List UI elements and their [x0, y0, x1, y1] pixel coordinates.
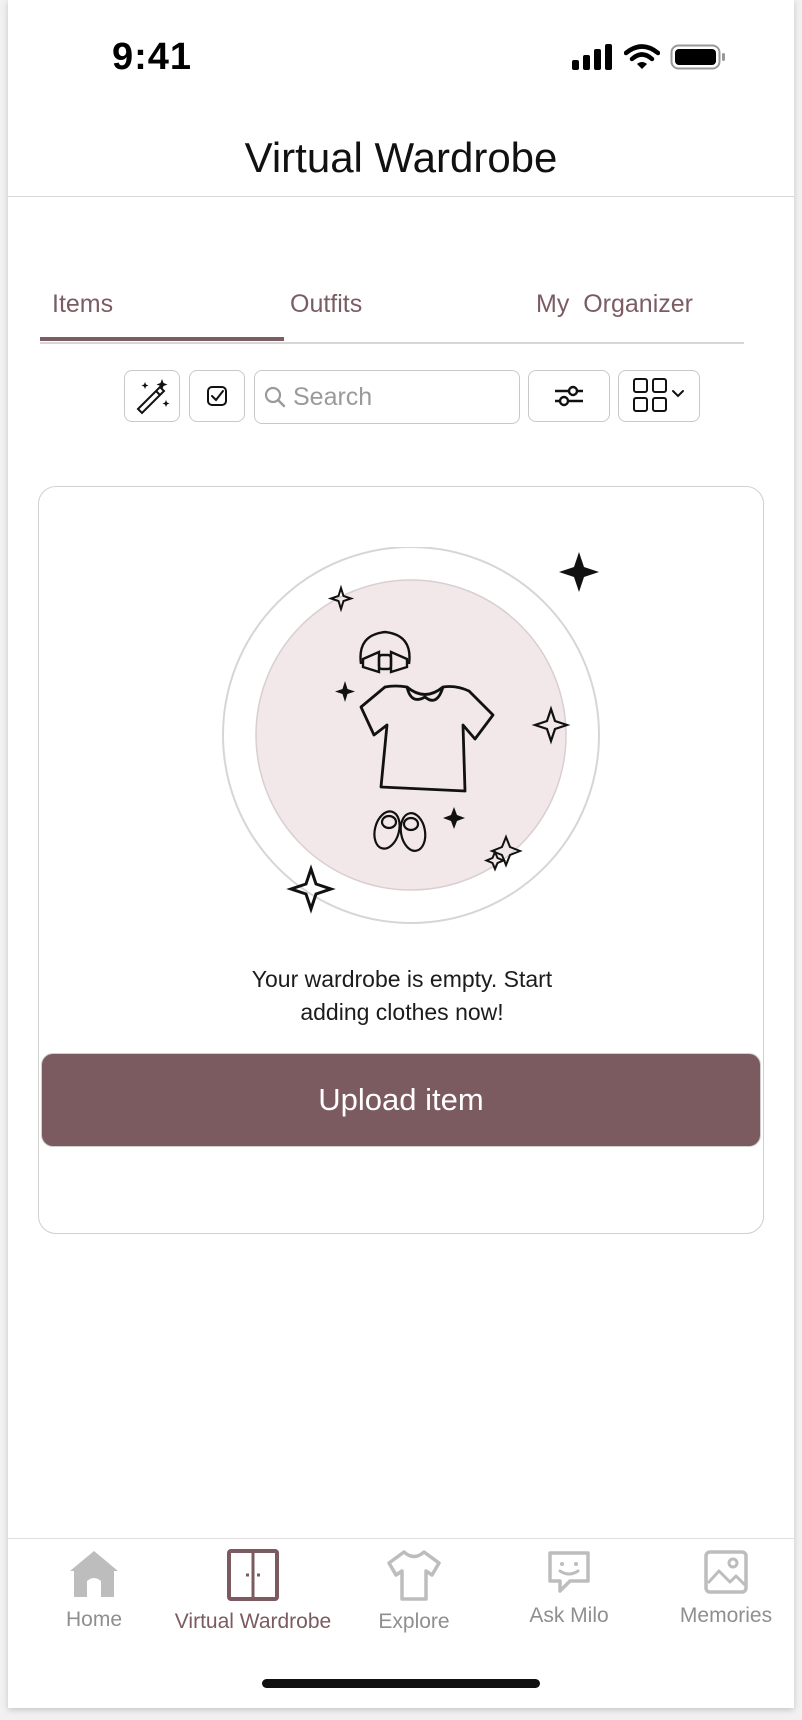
sliders-icon [555, 385, 583, 407]
view-toggle-button[interactable] [618, 370, 700, 422]
empty-state-card: Your wardrobe is empty. Start adding clo… [38, 486, 764, 1234]
nav-label-virtual-wardrobe: Virtual Wardrobe [174, 1610, 332, 1633]
select-button[interactable] [189, 370, 245, 422]
active-tab-indicator [40, 337, 284, 341]
tab-items[interactable]: Items [52, 290, 113, 319]
grid-view-icon [633, 378, 684, 412]
tab-outfits[interactable]: Outfits [290, 290, 362, 319]
nav-label-explore: Explore [378, 1610, 450, 1633]
app-header: Virtual Wardrobe [8, 120, 794, 197]
home-icon [70, 1551, 118, 1597]
battery-icon [670, 44, 725, 70]
nav-item-memories[interactable]: Memories [646, 1549, 794, 1628]
home-indicator [262, 1679, 540, 1688]
chat-bot-icon [548, 1551, 590, 1593]
filter-button[interactable] [528, 370, 610, 422]
empty-state-message: Your wardrobe is empty. Start adding clo… [39, 963, 765, 1029]
search-placeholder: Search [293, 382, 373, 411]
phone-screen: 9:41 Virtual Wardrobe Items Outfits My O… [8, 0, 794, 1708]
status-time: 9:41 [112, 36, 193, 78]
nav-item-explore[interactable]: Explore [334, 1549, 494, 1634]
tshirt-icon [387, 1550, 441, 1601]
magic-wand-icon [136, 379, 170, 415]
toolbar: Search [8, 370, 794, 424]
magic-wand-button[interactable] [124, 370, 180, 422]
image-icon [704, 1550, 748, 1594]
empty-state-line-1: Your wardrobe is empty. Start [251, 966, 553, 992]
status-bar: 9:41 [8, 0, 794, 120]
tab-bar: Items Outfits My Organizer [40, 282, 744, 344]
signal-icon [572, 44, 612, 70]
upload-item-button[interactable]: Upload item [41, 1053, 761, 1147]
bottom-navigation: Home Virtual Wardrobe Explore Ask Milo M… [8, 1538, 794, 1708]
tab-my-organizer[interactable]: My Organizer [536, 290, 693, 319]
nav-item-home[interactable]: Home [14, 1549, 174, 1632]
search-input[interactable]: Search [254, 370, 520, 424]
wardrobe-icon [227, 1549, 279, 1601]
nav-label-ask-milo: Ask Milo [529, 1604, 609, 1627]
checkbox-icon [207, 386, 227, 406]
nav-label-home: Home [65, 1608, 123, 1631]
wifi-icon [624, 44, 660, 69]
page-title: Virtual Wardrobe [244, 134, 558, 181]
nav-item-virtual-wardrobe[interactable]: Virtual Wardrobe [173, 1549, 333, 1634]
search-icon [264, 386, 286, 408]
empty-wardrobe-illustration [222, 547, 600, 924]
status-icons [572, 44, 726, 70]
nav-label-memories: Memories [679, 1604, 773, 1627]
nav-item-ask-milo[interactable]: Ask Milo [489, 1549, 649, 1628]
empty-state-line-2: adding clothes now! [300, 999, 504, 1025]
